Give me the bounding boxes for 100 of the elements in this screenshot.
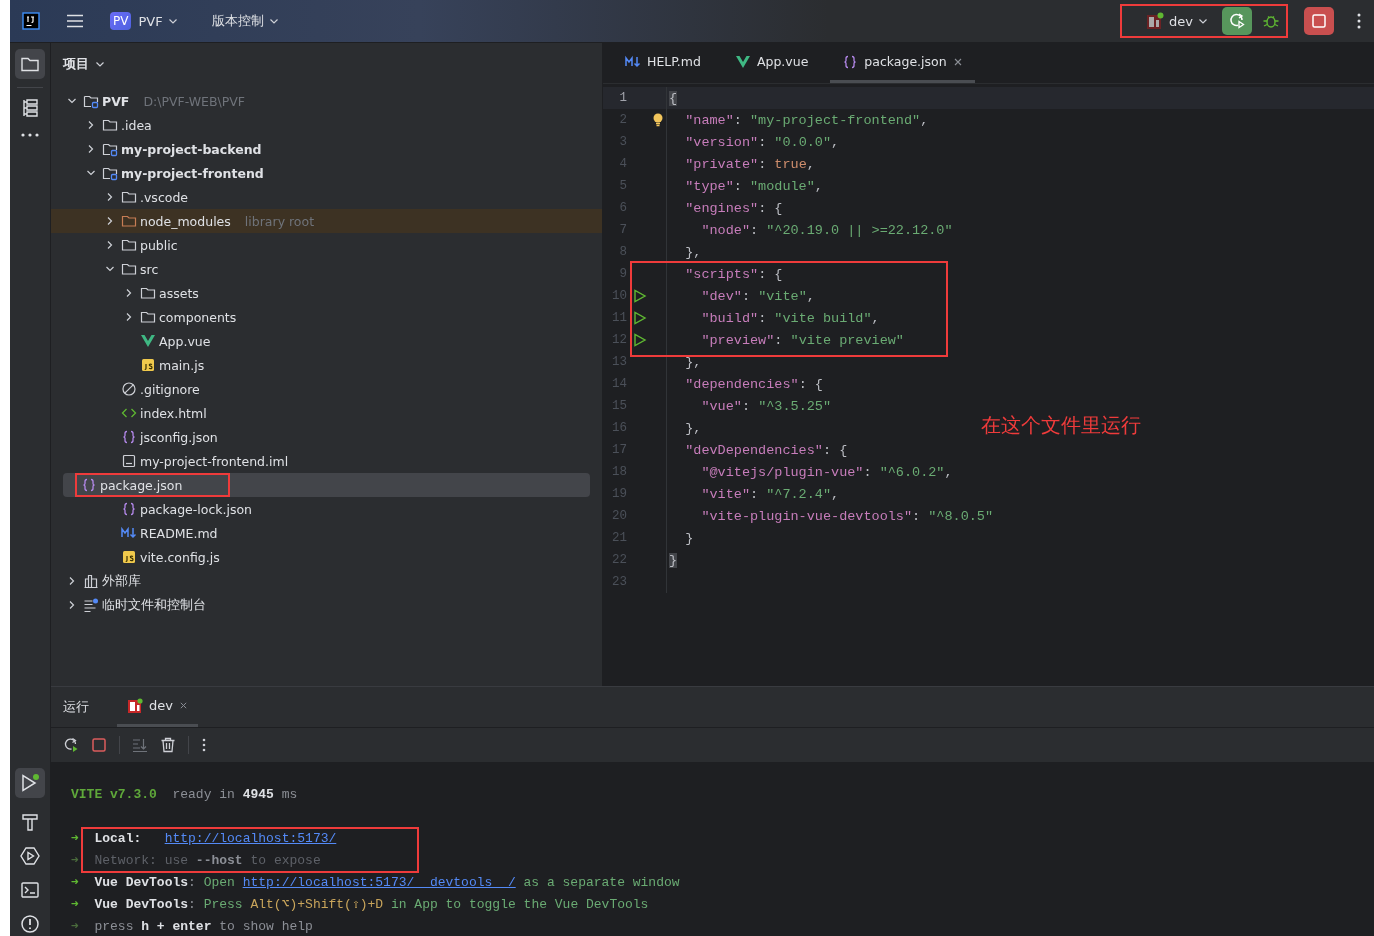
tree-item[interactable]: components (159, 309, 237, 325)
chevron-right-icon[interactable] (86, 144, 96, 154)
chevron-down-icon (95, 59, 105, 69)
chevron-right-icon[interactable] (67, 600, 77, 610)
code-line: "@vitejs/plugin-vue": "^6.0.2", (700, 464, 953, 480)
braces-icon (842, 53, 859, 70)
code-line: "name": "my-project-frontend", (684, 112, 929, 128)
console-text: --host (195, 853, 243, 868)
hammer-icon[interactable] (20, 812, 40, 832)
chevron-right-icon[interactable] (105, 216, 115, 226)
tree-item[interactable]: 临时文件和控制台 (102, 596, 206, 614)
tree-item[interactable]: main.js (159, 357, 205, 373)
tree-item[interactable]: PVF (102, 93, 130, 109)
run-tab[interactable]: dev (117, 687, 198, 727)
code-line: "private": true, (684, 156, 815, 172)
chevron-right-icon[interactable] (124, 288, 134, 298)
chevron-down-icon[interactable] (67, 96, 77, 106)
code-line: "vue": "^3.5.25" (700, 398, 832, 414)
tree-item[interactable]: .gitignore (140, 381, 200, 397)
more-icon[interactable] (201, 737, 207, 753)
code-line: "version": "0.0.0", (684, 134, 840, 150)
more-icon[interactable] (1356, 12, 1362, 30)
stop-icon[interactable] (91, 737, 107, 753)
code-line: "scripts": { (684, 266, 783, 282)
code-line: "type": "module", (684, 178, 823, 194)
console-text: Vue DevTools (93, 875, 189, 890)
module-folder-icon (102, 141, 118, 157)
braces-icon (81, 477, 97, 493)
tree-item[interactable]: node_modules (140, 213, 231, 229)
code-line: "vite": "^7.2.4", (700, 486, 840, 502)
tree-item[interactable]: package-lock.json (140, 501, 253, 517)
editor-tab[interactable]: package.json (830, 43, 975, 83)
lightbulb-icon[interactable] (652, 113, 664, 127)
code-line: "dependencies": { (684, 376, 823, 392)
tree-item[interactable]: assets (159, 285, 199, 301)
tree-item[interactable]: jsconfig.json (140, 429, 218, 445)
v-icon (734, 53, 751, 70)
terminal-icon[interactable] (20, 880, 40, 900)
tree-item[interactable]: vite.config.js (140, 549, 220, 565)
rerun-icon (1228, 12, 1246, 30)
tree-item[interactable]: App.vue (159, 333, 211, 349)
editor-tab[interactable]: App.vue (722, 43, 821, 83)
tree-item[interactable]: README.md (140, 525, 218, 541)
project-tool-button[interactable] (15, 49, 45, 79)
rerun-button[interactable] (1222, 7, 1252, 35)
folder-icon (140, 285, 156, 301)
project-view-selector[interactable]: 项目 (63, 55, 105, 73)
tree-item[interactable]: 外部库 (102, 572, 141, 590)
chevron-right-icon[interactable] (124, 312, 134, 322)
services-icon[interactable] (20, 846, 40, 866)
annotation-note: 在这个文件里运行 (981, 412, 1141, 439)
console-link[interactable]: http://localhost:5173/ (164, 831, 337, 846)
tree-item[interactable]: index.html (140, 405, 207, 421)
app-logo-icon[interactable] (22, 12, 40, 30)
console-text: h + enter (141, 919, 212, 934)
code-line: }, (684, 420, 702, 436)
console-link[interactable]: http://localhost:5173/__devtools__/ (242, 875, 516, 890)
scroll-to-end-icon[interactable] (132, 737, 148, 753)
console-text: Alt(⌥)+Shift(⇧)+D (250, 897, 384, 912)
menu-icon[interactable] (66, 14, 84, 28)
tree-item-hint: library root (244, 213, 315, 229)
vcs-menu[interactable]: 版本控制 (205, 8, 285, 34)
tree-item[interactable]: public (140, 237, 178, 253)
module-folder-icon (83, 93, 99, 109)
tree-item[interactable]: .vscode (140, 189, 189, 205)
chevron-right-icon[interactable] (86, 120, 96, 130)
tree-item[interactable]: my-project-backend (121, 141, 262, 157)
tree-item[interactable]: my-project-frontend (121, 165, 264, 181)
code-line: "devDependencies": { (684, 442, 848, 458)
folder-icon (121, 189, 137, 205)
run-icon[interactable] (633, 333, 647, 347)
stop-button[interactable] (1304, 7, 1334, 35)
console-text: 4945 (242, 787, 274, 802)
editor-tab[interactable]: HELP.md (613, 43, 713, 83)
braces-icon (121, 429, 137, 445)
chevron-down-icon (268, 16, 279, 26)
more-icon[interactable] (20, 132, 40, 138)
chevron-right-icon[interactable] (105, 240, 115, 250)
npm-icon (1146, 12, 1165, 30)
trash-icon[interactable] (160, 737, 176, 753)
console-text: to expose (249, 853, 321, 868)
project-switcher[interactable]: PV PVF (104, 8, 184, 34)
chevron-down-icon[interactable] (105, 264, 115, 274)
tree-item[interactable]: my-project-frontend.iml (140, 453, 289, 469)
tree-item[interactable]: .idea (121, 117, 152, 133)
run-tool-button[interactable] (15, 768, 45, 798)
chevron-right-icon[interactable] (67, 576, 77, 586)
close-icon[interactable] (178, 701, 188, 710)
problems-icon[interactable] (20, 914, 40, 934)
tree-item[interactable]: src (140, 261, 159, 277)
close-icon[interactable] (952, 56, 963, 67)
run-icon[interactable] (633, 289, 647, 303)
rerun-icon[interactable] (63, 737, 79, 753)
run-icon[interactable] (633, 311, 647, 325)
chevron-down-icon[interactable] (86, 168, 96, 178)
folder-icon (102, 117, 118, 133)
structure-icon[interactable] (20, 98, 40, 118)
panel-title: 运行 (63, 698, 89, 716)
code-line: } (684, 530, 694, 546)
chevron-right-icon[interactable] (105, 192, 115, 202)
